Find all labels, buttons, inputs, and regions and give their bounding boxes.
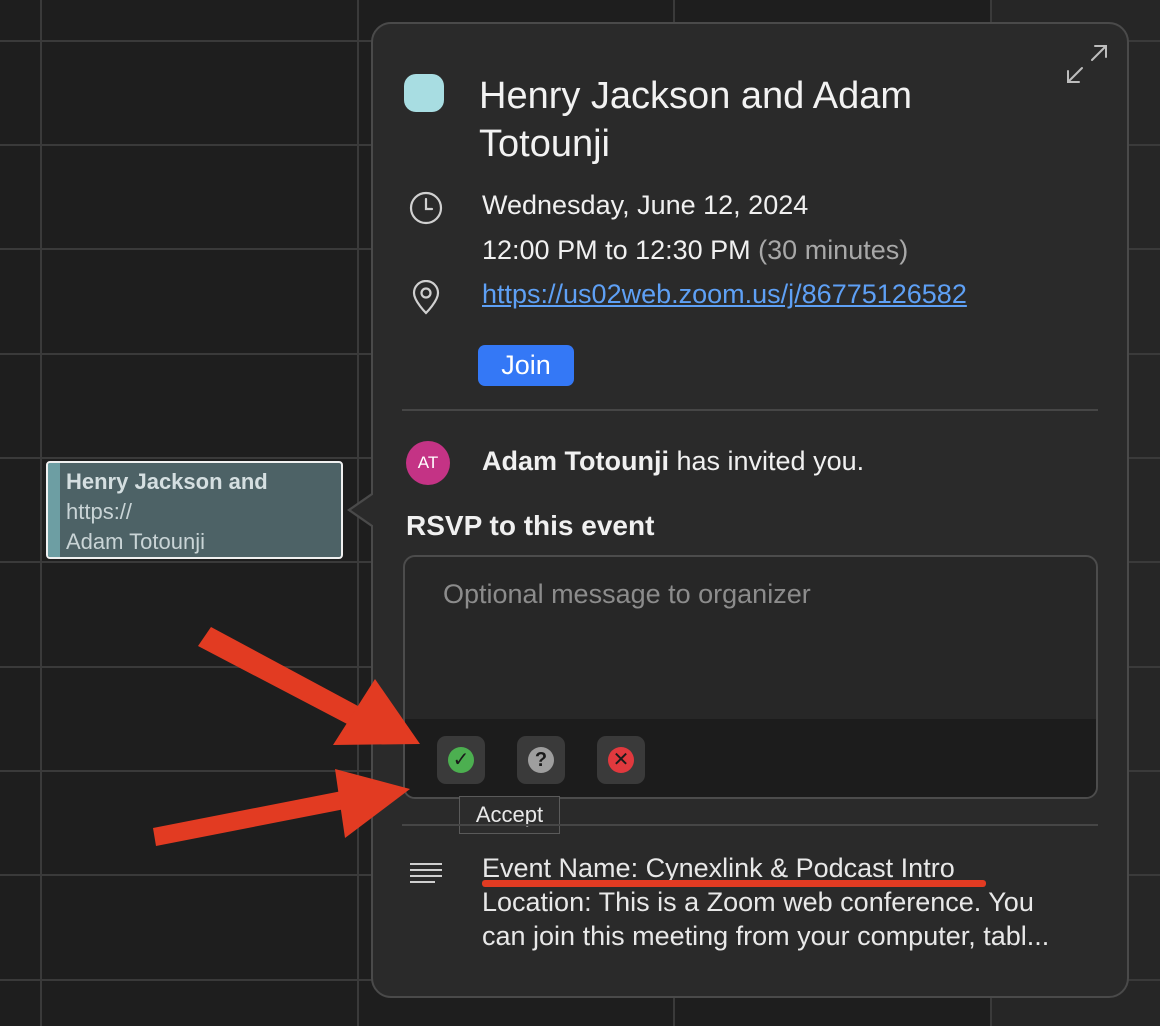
expand-icon[interactable]: [1064, 42, 1110, 86]
accept-tooltip: Accept: [459, 796, 560, 834]
calendar-event-block[interactable]: Henry Jackson and https:// Adam Totounji: [46, 461, 343, 559]
event-color-indicator: [404, 74, 444, 112]
checkmark-icon: ✓: [448, 747, 474, 773]
event-block-organizer: Adam Totounji: [66, 529, 206, 554]
section-divider: [402, 824, 1098, 826]
notes-icon: [410, 863, 442, 883]
event-time: 12:00 PM to 12:30 PM: [482, 235, 751, 265]
event-duration: (30 minutes): [758, 235, 909, 265]
event-color-bar: [48, 463, 60, 557]
rsvp-message-box: ✓ ? ✕: [403, 555, 1098, 799]
rsvp-heading: RSVP to this event: [406, 510, 655, 541]
meeting-link[interactable]: https://us02web.zoom.us/j/86775126582: [482, 279, 967, 310]
join-button[interactable]: Join: [478, 345, 574, 386]
event-block-title: Henry Jackson and: [66, 469, 268, 494]
event-date: Wednesday, June 12, 2024: [482, 190, 809, 220]
event-title: Henry Jackson and Adam Totounji: [479, 75, 913, 165]
event-notes: Event Name: Cynexlink & Podcast Intro Lo…: [482, 851, 1088, 953]
section-divider: [402, 409, 1098, 411]
location-pin-icon: [412, 280, 440, 315]
decline-button[interactable]: ✕: [597, 736, 645, 784]
grid-vline: [40, 0, 42, 1026]
avatar: AT: [406, 441, 450, 485]
notes-line: can join this meeting from your computer…: [482, 921, 1050, 951]
event-block-text: Henry Jackson and https:// Adam Totounji: [66, 467, 268, 557]
rsvp-button-bar: [405, 719, 1096, 797]
accept-button[interactable]: ✓: [437, 736, 485, 784]
organizer-name: Adam Totounji: [482, 446, 669, 476]
maybe-button[interactable]: ?: [517, 736, 565, 784]
invite-text: Adam Totounji has invited you.: [482, 446, 864, 477]
notes-line: Location: This is a Zoom web conference.…: [482, 887, 1034, 917]
rsvp-message-input[interactable]: [405, 557, 1096, 719]
event-block-link: https://: [66, 499, 133, 524]
invite-suffix: has invited you.: [668, 446, 865, 476]
event-time-row: 12:00 PM to 12:30 PM (30 minutes): [482, 235, 908, 266]
question-icon: ?: [528, 747, 554, 773]
close-icon: ✕: [608, 747, 634, 773]
popover-pointer-fill: [351, 494, 374, 526]
clock-icon: [409, 191, 443, 225]
annotation-underline: [482, 880, 986, 887]
